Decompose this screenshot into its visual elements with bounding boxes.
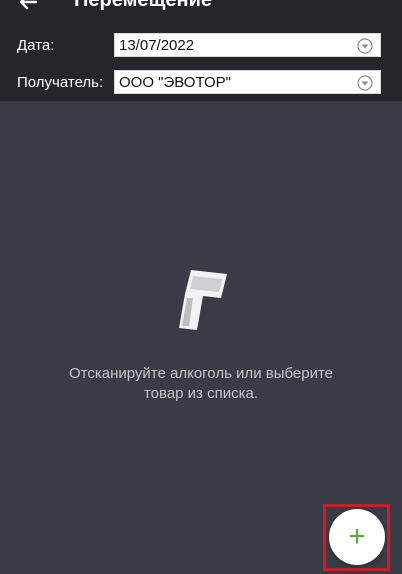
empty-state-line2: товар из списка. bbox=[143, 385, 259, 402]
date-select[interactable]: 13/07/2022 bbox=[114, 33, 381, 57]
recipient-select[interactable]: ООО "ЭВОТОР" bbox=[114, 70, 381, 94]
date-label: Дата: bbox=[17, 37, 55, 54]
dropdown-arrow-icon[interactable] bbox=[357, 38, 373, 54]
empty-state-line1: Отсканируйте алкоголь или выберите bbox=[68, 365, 334, 382]
title-bar: Перемещение bbox=[0, 0, 402, 24]
barcode-scanner-icon bbox=[179, 270, 227, 330]
recipient-label: Получатель: bbox=[17, 74, 104, 91]
add-item-button[interactable]: + bbox=[329, 509, 385, 565]
recipient-value: ООО "ЭВОТОР" bbox=[119, 74, 231, 91]
dropdown-arrow-icon[interactable] bbox=[357, 75, 373, 91]
page-title: Перемещение bbox=[74, 0, 212, 11]
arrow-left-icon[interactable] bbox=[14, 0, 42, 16]
date-value: 13/07/2022 bbox=[119, 37, 195, 54]
empty-state-message: Отсканируйте алкоголь или выберите товар… bbox=[30, 364, 372, 404]
app-header: Перемещение Дата: 13/07/2022 Получатель:… bbox=[0, 0, 402, 101]
